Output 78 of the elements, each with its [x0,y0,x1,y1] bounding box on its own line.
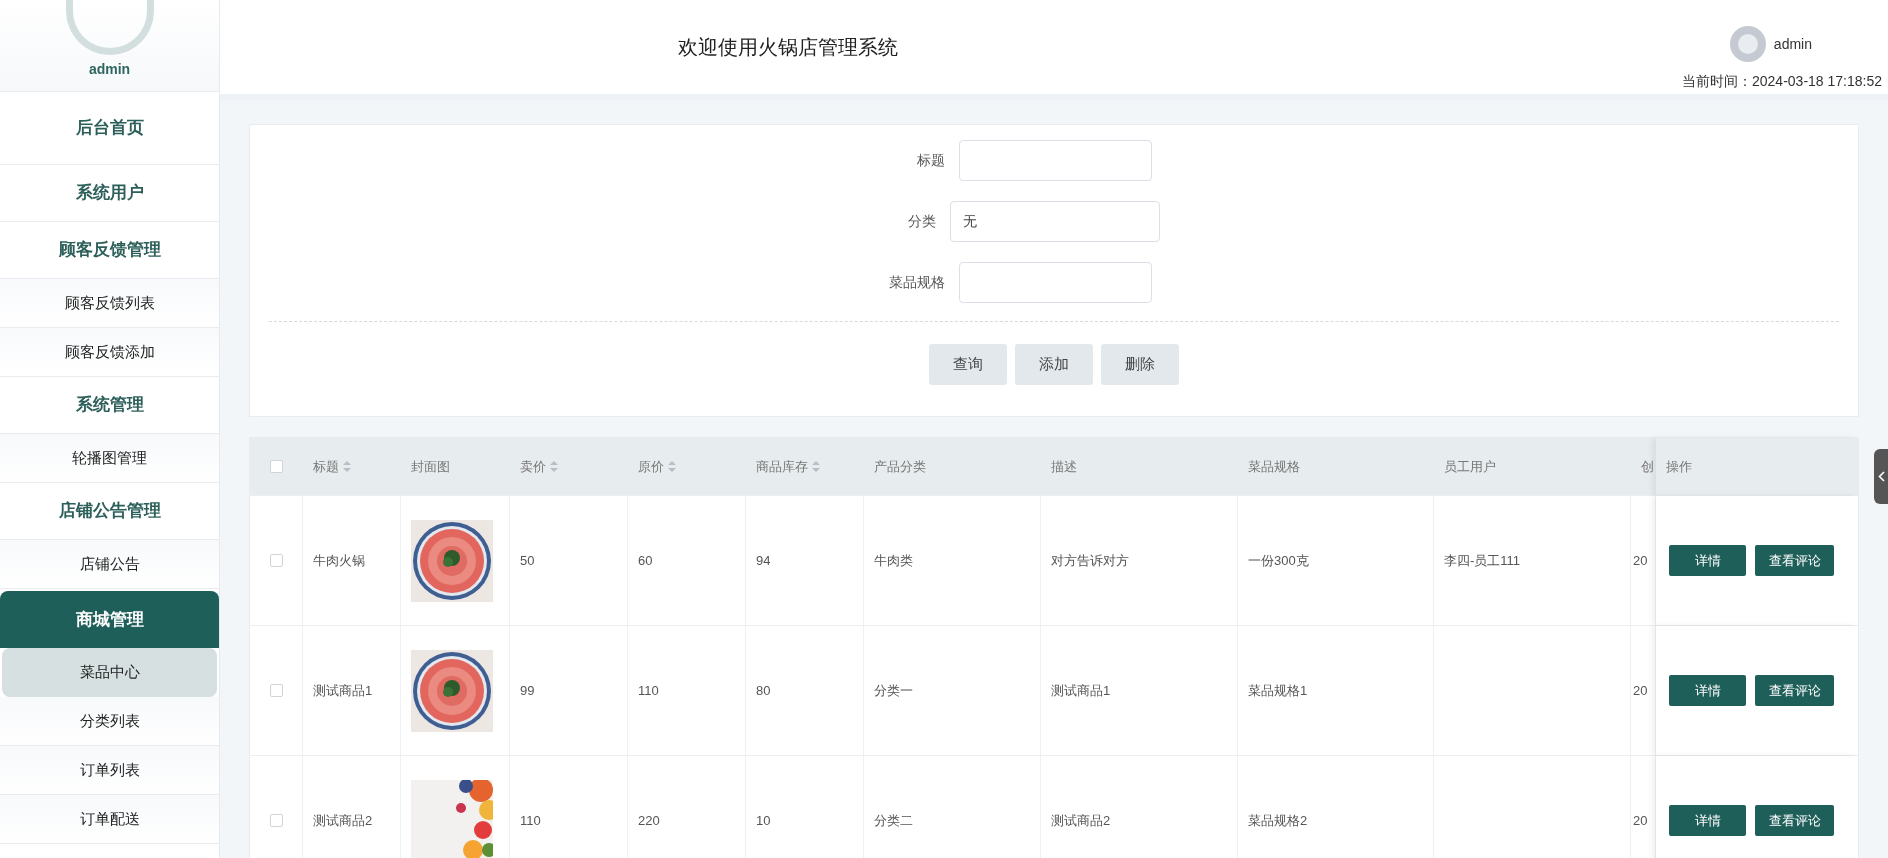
column-header: 操作 [1666,457,1692,476]
menu-item[interactable]: 订单配送 [0,795,219,844]
menu-item[interactable]: 轮播图管理 [0,434,219,483]
sort-icon[interactable] [668,461,676,472]
column-header: 创 [1641,457,1654,476]
sort-icon[interactable] [550,461,558,472]
table-cell-text: 菜品规格1 [1248,681,1308,700]
column-header: 描述 [1051,457,1077,476]
action-button[interactable]: 删除 [1101,344,1179,385]
table-cell-text: 对方告诉对方 [1051,551,1129,570]
column-header: 卖价 [520,457,546,476]
table-cell-text: 测试商品1 [313,681,373,700]
column-header: 标题 [313,457,339,476]
field-label: 标题 [915,151,946,170]
column-header: 菜品规格 [1248,457,1300,476]
column-header: 员工用户 [1444,457,1496,476]
table-cell-text: 220 [638,811,660,830]
table-cell-text: 牛肉火锅 [313,551,365,570]
row-checkbox[interactable] [269,554,283,567]
menu-group[interactable]: 系统用户 [0,165,219,222]
column-header: 产品分类 [874,457,926,476]
text-field[interactable] [958,140,1152,181]
table-cell-text: 菜品规格2 [1248,811,1308,830]
sort-icon[interactable] [812,461,820,472]
table-cell-text: 分类一 [874,681,913,700]
column-header: 封面图 [411,457,450,476]
table-cell-text: 110 [638,681,659,700]
reviews-button[interactable]: 查看评论 [1755,545,1834,576]
reviews-button[interactable]: 查看评论 [1755,805,1834,836]
action-button[interactable]: 添加 [1015,344,1093,385]
field-label: 菜品规格 [887,273,946,292]
menu-item[interactable]: 顾客反馈列表 [0,279,219,328]
time-label: 当前时间： [1682,72,1752,91]
table-cell-text: 60 [638,551,653,570]
text-field[interactable] [958,262,1152,303]
row-checkbox[interactable] [269,814,283,827]
column-header: 商品库存 [756,457,808,476]
user-name: admin [88,60,131,79]
menu-item[interactable]: 顾客反馈添加 [0,328,219,377]
chevron-left-icon [1877,471,1885,482]
avatar-icon[interactable] [1729,26,1766,62]
table-cell-text: 牛肉类 [874,551,913,570]
table-cell-text: 94 [756,551,771,570]
table-cell-text: 测试商品2 [1051,811,1111,830]
table-cell-text: 80 [756,681,771,700]
table-cell-text: 一份300克 [1248,551,1309,570]
menu-item[interactable]: 订单列表 [0,746,219,795]
collapse-handle[interactable] [1874,449,1888,504]
reviews-button[interactable]: 查看评论 [1755,675,1834,706]
table-cell-text: 110 [520,811,541,830]
table-cell-text: 10 [756,811,771,830]
row-checkbox[interactable] [269,684,283,697]
select-all-checkbox[interactable] [270,460,283,473]
current-time: 2024-03-18 17:18:52 [1752,72,1882,91]
menu-group[interactable]: 商城管理 [0,591,219,648]
details-button[interactable]: 详情 [1669,675,1746,706]
column-header: 原价 [638,457,664,476]
sort-icon[interactable] [343,461,351,472]
table-cell-text: 20 [1633,811,1648,830]
category-field[interactable]: 无 [950,201,1160,242]
table-cell-text: 测试商品2 [313,811,373,830]
table-cell-text: 测试商品1 [1051,681,1111,700]
table-cell-text: 20 [1633,681,1648,700]
menu-group[interactable]: 后台首页 [0,92,219,165]
table-cell-text: 99 [520,681,535,700]
user-name[interactable]: admin [1773,33,1812,55]
field-label: 分类 [907,212,937,231]
table-cell-text: 李四-员工111 [1444,551,1521,570]
action-button[interactable]: 查询 [929,344,1007,385]
table-cell-text: 20 [1633,551,1648,570]
details-button[interactable]: 详情 [1669,545,1746,576]
table-cell-text: 分类二 [874,811,913,830]
menu-item[interactable]: 分类列表 [0,697,219,746]
details-button[interactable]: 详情 [1669,805,1746,836]
menu-item[interactable]: 店铺公告 [0,540,219,589]
menu-item[interactable]: 菜品中心 [2,648,217,697]
table-cell-text: 50 [520,551,535,570]
page-title: 欢迎使用火锅店管理系统 [678,35,898,60]
